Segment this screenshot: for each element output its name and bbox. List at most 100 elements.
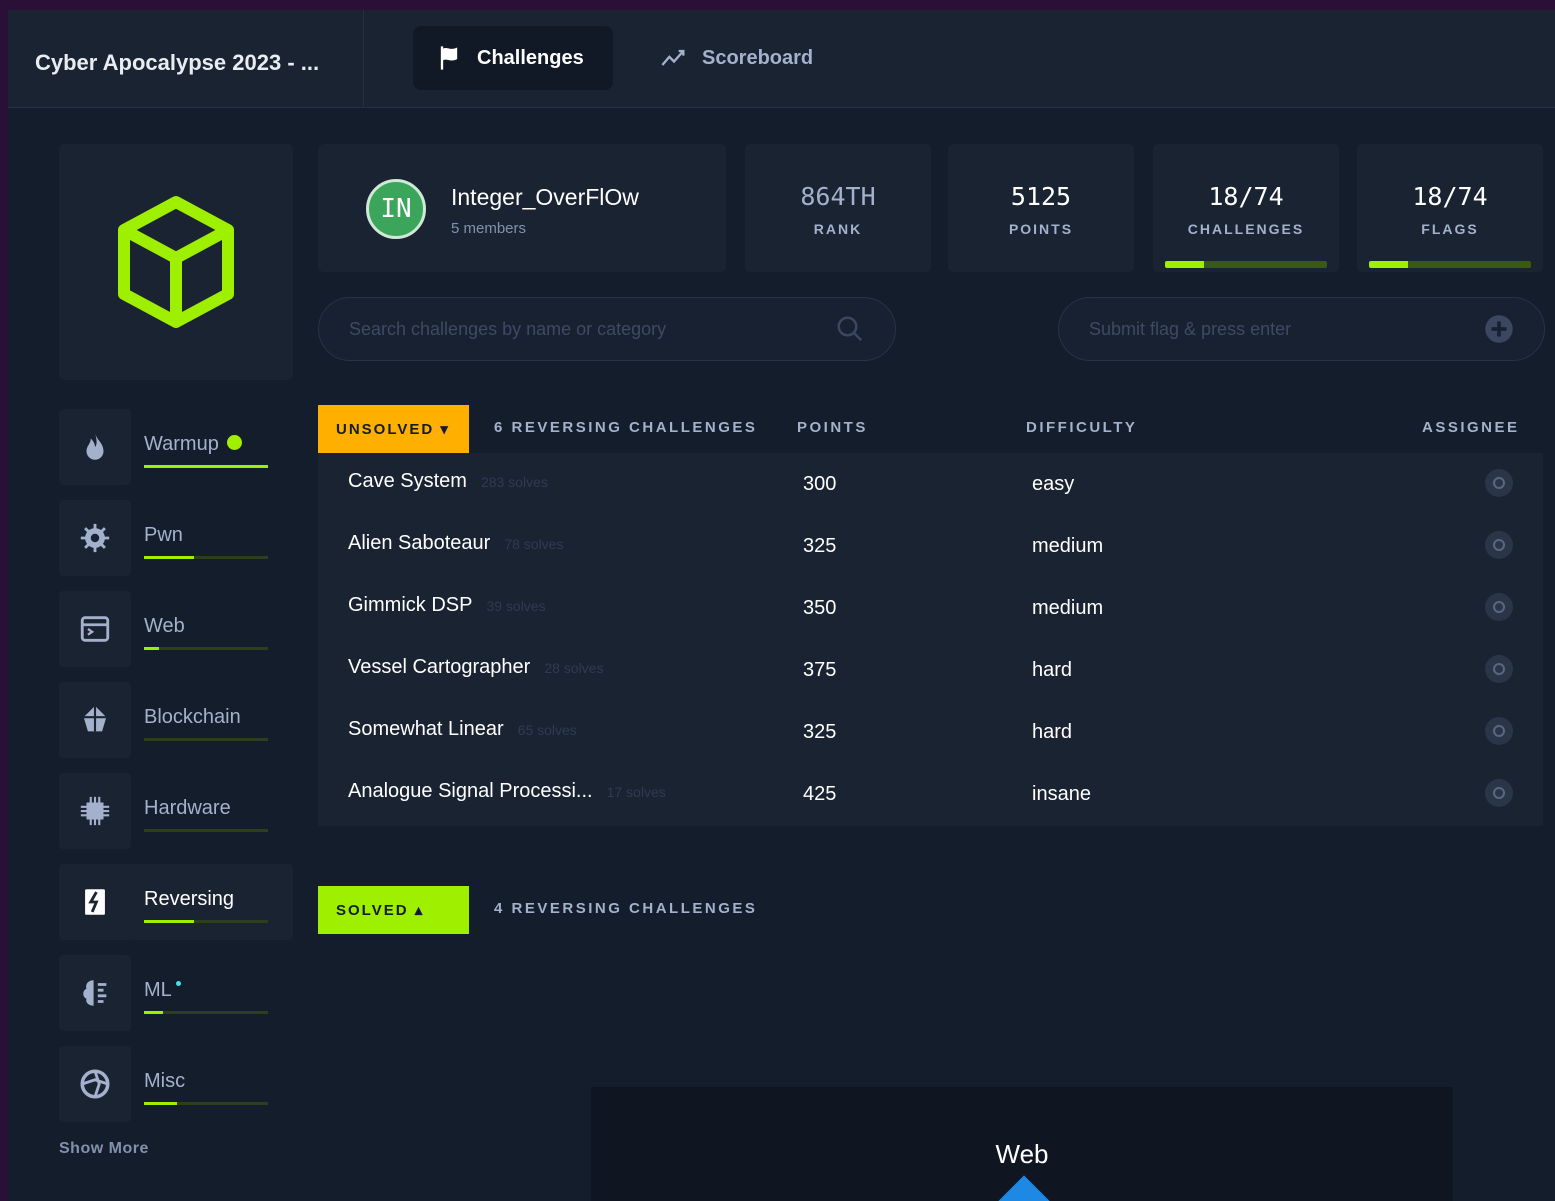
sidebar-item-hardware[interactable]: Hardware [59,773,293,849]
table-row[interactable]: Alien Saboteaur 78 solves 325 medium [318,515,1543,577]
sidebar-item-label: Reversing [144,888,235,910]
challenge-difficulty: hard [1032,659,1073,681]
table-row[interactable]: Somewhat Linear 65 solves 325 hard [318,701,1543,763]
sidebar-item-reversing[interactable]: Reversing [59,864,293,940]
sidebar-item-blockchain[interactable]: Blockchain [59,682,293,758]
sidebar-item-pwn[interactable]: Pwn [59,500,293,576]
tab-challenges[interactable]: Challenges [413,26,613,90]
flag-submit-input[interactable] [1089,318,1484,340]
browser-icon [80,616,110,642]
category-progress-fill [144,1011,163,1014]
table-row[interactable]: Cave System 283 solves 300 easy [318,453,1543,515]
category-icon-box [59,955,131,1031]
points-card: 5125 POINTS [948,144,1134,272]
category-preview-panel: Web [591,1087,1453,1201]
unsolved-challenge-table: Cave System 283 solves 300 easy Alien Sab… [318,453,1543,826]
sidebar-item-label: Hardware [144,797,231,819]
challenge-points: 325 [803,721,837,743]
assign-user-icon[interactable] [1485,717,1513,745]
sidebar-item-ml[interactable]: ML [59,955,293,1031]
flags-value: 18/74 [1412,182,1488,211]
solved-toggle-button[interactable]: SOLVED ▴ [318,886,469,934]
category-icon-box [59,500,131,576]
top-nav-bar: Cyber Apocalypse 2023 - ... Challenges S… [8,10,1555,108]
aperture-icon [80,1069,110,1099]
category-progress-fill [144,920,194,923]
category-progress-bar [144,829,268,832]
team-members: 5 members [451,220,527,237]
sidebar-item-label: Warmup [144,433,242,456]
challenge-search-input[interactable] [349,318,835,340]
challenge-title: Analogue Signal Processi... [348,780,593,802]
sidebar-item-label: Web [144,615,185,637]
show-more-link[interactable]: Show More [59,1140,149,1158]
challenges-value: 18/74 [1208,182,1284,211]
search-icon[interactable] [835,314,865,344]
sidebar-item-label: Blockchain [144,706,241,728]
table-row[interactable]: Vessel Cartographer 28 solves 375 hard [318,639,1543,701]
tab-scoreboard[interactable]: Scoreboard [638,26,835,90]
column-header-assignee: ASSIGNEE [1422,419,1520,436]
assign-user-icon[interactable] [1485,593,1513,621]
event-logo-card [59,144,293,380]
chip-icon [80,796,110,826]
category-progress-fill [144,647,159,650]
category-progress-bar [144,647,268,650]
challenge-name: Vessel Cartographer 28 solves [348,656,603,679]
challenges-card: 18/74 CHALLENGES [1153,144,1339,272]
solved-count: 4 REVERSING CHALLENGES [494,900,758,917]
flags-progress-bar [1369,261,1531,268]
solve-count: 78 solves [504,536,564,552]
challenge-name: Analogue Signal Processi... 17 solves [348,780,666,803]
sidebar-item-label: Pwn [144,524,183,546]
web-diamond-icon [984,1175,1064,1201]
unsolved-count: 6 REVERSING CHALLENGES [494,419,758,436]
assign-user-icon[interactable] [1485,531,1513,559]
category-icon-box [59,773,131,849]
challenge-name: Alien Saboteaur 78 solves [348,532,563,555]
category-progress-bar [144,920,268,923]
check-icon [226,435,242,451]
category-icon-box [59,409,131,485]
challenge-title: Alien Saboteaur [348,532,491,554]
column-header-difficulty: DIFFICULTY [1026,419,1138,436]
flags-progress-fill [1369,261,1409,268]
plus-circle-icon[interactable] [1484,314,1514,344]
challenges-progress-bar [1165,261,1327,268]
flags-card: 18/74 FLAGS [1357,144,1543,272]
sidebar-item-label: ML [144,979,181,1002]
category-icon-box [59,682,131,758]
category-progress-bar [144,556,268,559]
trend-icon [661,49,685,66]
table-row[interactable]: Gimmick DSP 39 solves 350 medium [318,577,1543,639]
points-value: 5125 [1010,182,1072,211]
event-title[interactable]: Cyber Apocalypse 2023 - ... [8,10,364,108]
column-header-points: POINTS [797,419,868,436]
reversing-icon [85,889,105,915]
assign-user-icon[interactable] [1485,469,1513,497]
assign-user-icon[interactable] [1485,655,1513,683]
team-card[interactable]: IN Integer_OverFlOw 5 members [318,144,726,272]
challenge-title: Vessel Cartographer [348,656,531,678]
team-avatar: IN [366,179,426,239]
challenge-difficulty: hard [1032,721,1073,743]
challenge-name: Gimmick DSP 39 solves [348,594,546,617]
assign-user-icon[interactable] [1485,779,1513,807]
challenge-title: Cave System [348,470,467,492]
category-progress-bar [144,738,268,741]
cube-logo-icon [118,196,234,328]
category-progress-bar [144,1102,268,1105]
category-icon-box [59,591,131,667]
solve-count: 28 solves [544,660,604,676]
sidebar-item-misc[interactable]: Misc [59,1046,293,1122]
blockchain-icon [83,705,107,732]
challenges-label: CHALLENGES [1187,221,1305,237]
challenge-difficulty: medium [1032,535,1104,557]
sidebar-item-web[interactable]: Web [59,591,293,667]
category-progress-bar [144,465,268,468]
challenge-points: 375 [803,659,837,681]
unsolved-toggle-button[interactable]: UNSOLVED ▾ [318,405,469,453]
table-row[interactable]: Analogue Signal Processi... 17 solves 425… [318,763,1543,825]
sidebar-item-warmup[interactable]: Warmup [59,409,293,485]
challenge-points: 300 [803,473,837,495]
